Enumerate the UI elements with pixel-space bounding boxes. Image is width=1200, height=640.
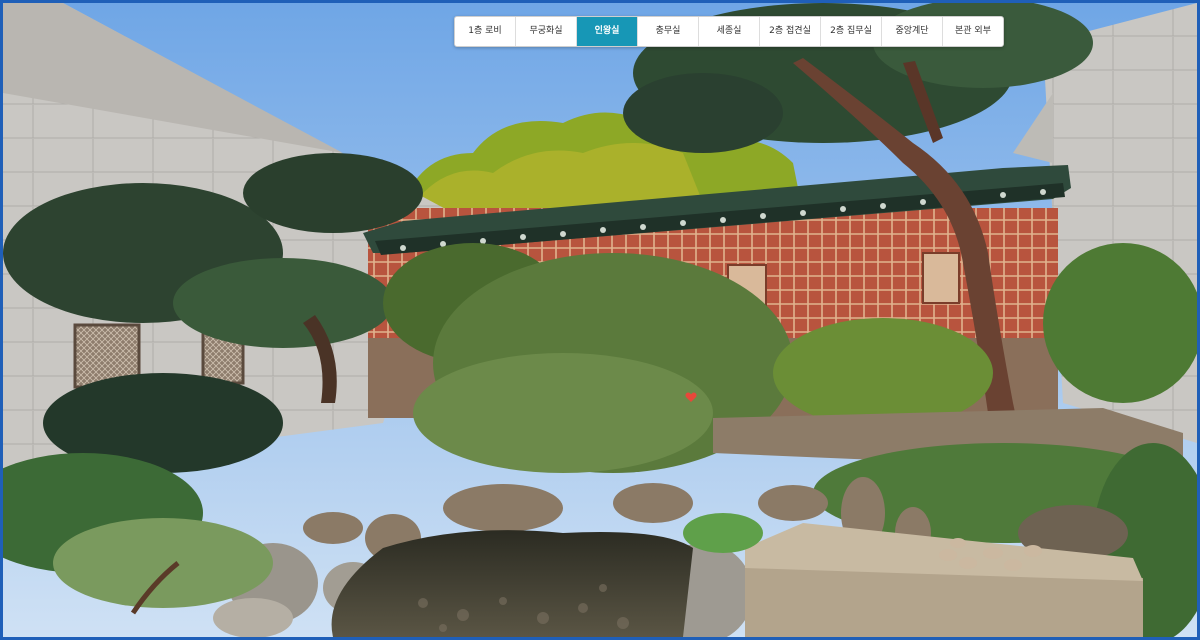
viewer-frame: 1층 로비 무궁화실 인왕실 충무실 세종실 2층 접견실 2층 집무실 중앙계… <box>0 0 1200 640</box>
tab-office-2f[interactable]: 2층 집무실 <box>821 17 882 46</box>
panorama-scene <box>3 3 1197 637</box>
tab-reception-room-2f[interactable]: 2층 접견실 <box>760 17 821 46</box>
tab-chungmu-room[interactable]: 충무실 <box>638 17 699 46</box>
tab-lobby-1f[interactable]: 1층 로비 <box>455 17 516 46</box>
hotspot-marker[interactable] <box>685 388 697 402</box>
tab-sejong-room[interactable]: 세종실 <box>699 17 760 46</box>
panorama-view[interactable] <box>3 3 1197 637</box>
tab-inwang-room[interactable]: 인왕실 <box>577 17 638 46</box>
tab-main-building-exterior[interactable]: 본관 외부 <box>943 17 1003 46</box>
heart-icon <box>685 392 697 402</box>
tab-mugunghwa-room[interactable]: 무궁화실 <box>516 17 577 46</box>
tab-central-stairs[interactable]: 중앙계단 <box>882 17 943 46</box>
room-nav-bar: 1층 로비 무궁화실 인왕실 충무실 세종실 2층 접견실 2층 집무실 중앙계… <box>454 16 1004 47</box>
